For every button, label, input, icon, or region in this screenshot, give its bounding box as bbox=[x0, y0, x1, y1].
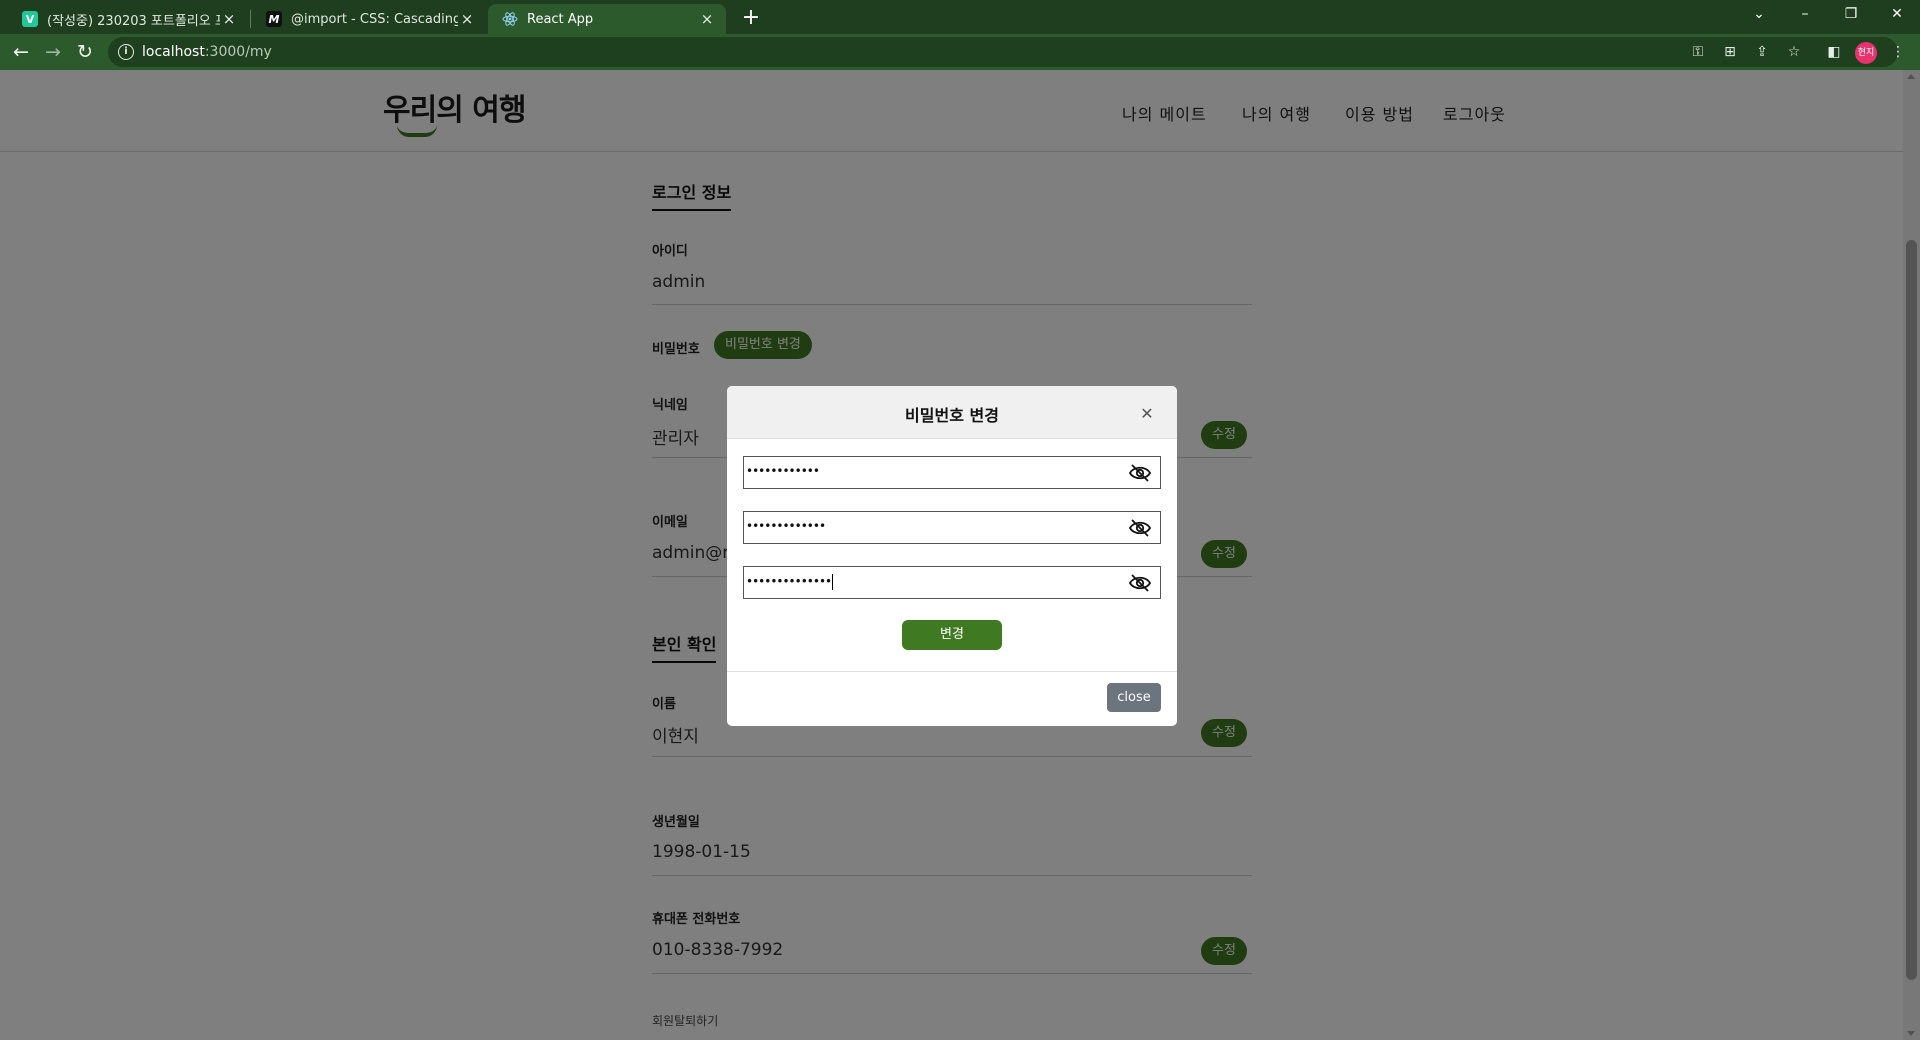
current-password-field[interactable]: •••••••••••• bbox=[743, 456, 1161, 489]
bookmark-star-icon[interactable]: ☆ bbox=[1784, 42, 1804, 62]
eye-slash-icon[interactable] bbox=[1128, 519, 1152, 537]
new-tab-button[interactable]: + bbox=[737, 5, 765, 33]
password-key-icon[interactable]: ⚿ bbox=[1688, 42, 1708, 62]
translate-icon[interactable]: ⊞ bbox=[1720, 42, 1740, 62]
modal-footer: close bbox=[727, 671, 1177, 726]
window-close-icon[interactable]: ✕ bbox=[1874, 0, 1920, 30]
close-button[interactable]: close bbox=[1107, 683, 1161, 712]
share-icon[interactable]: ⇪ bbox=[1752, 42, 1772, 62]
url-host: localhost bbox=[142, 44, 205, 60]
profile-avatar[interactable]: 현지 bbox=[1855, 42, 1877, 64]
tab-mdn-import[interactable]: M @import - CSS: Cascading Style × bbox=[252, 4, 486, 34]
change-password-modal: 비밀번호 변경 ✕ •••••••••••• ••••••••••••• •••… bbox=[727, 386, 1177, 726]
password-dots: •••••••••••••• bbox=[746, 574, 832, 589]
browser-toolbar: ← → ↻ i localhost:3000/my ⚿ ⊞ ⇪ ☆ ◧ 현지 ⋮ bbox=[0, 34, 1920, 70]
eye-slash-icon[interactable] bbox=[1128, 574, 1152, 592]
reload-icon[interactable]: ↻ bbox=[72, 39, 98, 65]
minimize-icon[interactable]: – bbox=[1782, 0, 1828, 30]
tab-title: @import - CSS: Cascading Style bbox=[291, 11, 458, 27]
url-text: localhost:3000/my bbox=[142, 44, 272, 60]
tab-portfolio[interactable]: V (작성중) 230203 포트폴리오 프로 × bbox=[8, 4, 248, 34]
tab-close-icon[interactable]: × bbox=[220, 10, 238, 28]
react-icon bbox=[502, 11, 518, 27]
tab-react-app[interactable]: React App × bbox=[488, 4, 726, 34]
tab-search-chevron-icon[interactable]: ⌄ bbox=[1736, 0, 1782, 30]
tab-title: (작성중) 230203 포트폴리오 프로 bbox=[47, 13, 220, 29]
password-dots: ••••••••••••• bbox=[746, 519, 826, 533]
menu-kebab-icon[interactable]: ⋮ bbox=[1888, 42, 1908, 62]
mdn-icon: M bbox=[266, 11, 282, 27]
modal-title: 비밀번호 변경 bbox=[905, 406, 999, 425]
url-path: :3000/my bbox=[204, 44, 272, 60]
v-logo-icon: V bbox=[22, 11, 38, 27]
password-dots: •••••••••••• bbox=[746, 464, 820, 478]
close-icon[interactable]: ✕ bbox=[1137, 404, 1157, 424]
submit-change-button[interactable]: 변경 bbox=[902, 620, 1002, 650]
password-dots-focused: •••••••••••••• bbox=[746, 574, 834, 590]
modal-header: 비밀번호 변경 ✕ bbox=[727, 386, 1177, 439]
tab-close-icon[interactable]: × bbox=[458, 10, 476, 28]
new-password-field[interactable]: ••••••••••••• bbox=[743, 511, 1161, 544]
confirm-password-field[interactable]: •••••••••••••• bbox=[743, 566, 1161, 599]
forward-arrow-icon[interactable]: → bbox=[40, 39, 66, 65]
tab-separator bbox=[250, 10, 251, 28]
address-bar[interactable]: i localhost:3000/my bbox=[108, 37, 1898, 67]
side-panel-icon[interactable]: ◧ bbox=[1824, 42, 1844, 62]
tab-title: React App bbox=[527, 11, 594, 27]
site-info-icon[interactable]: i bbox=[118, 44, 134, 60]
text-caret bbox=[832, 574, 834, 590]
tab-close-icon[interactable]: × bbox=[698, 10, 716, 28]
restore-icon[interactable]: ❐ bbox=[1828, 0, 1874, 30]
back-arrow-icon[interactable]: ← bbox=[8, 39, 34, 65]
browser-tab-bar: V (작성중) 230203 포트폴리오 프로 × M @import - CS… bbox=[0, 0, 1920, 34]
eye-slash-icon[interactable] bbox=[1128, 464, 1152, 482]
